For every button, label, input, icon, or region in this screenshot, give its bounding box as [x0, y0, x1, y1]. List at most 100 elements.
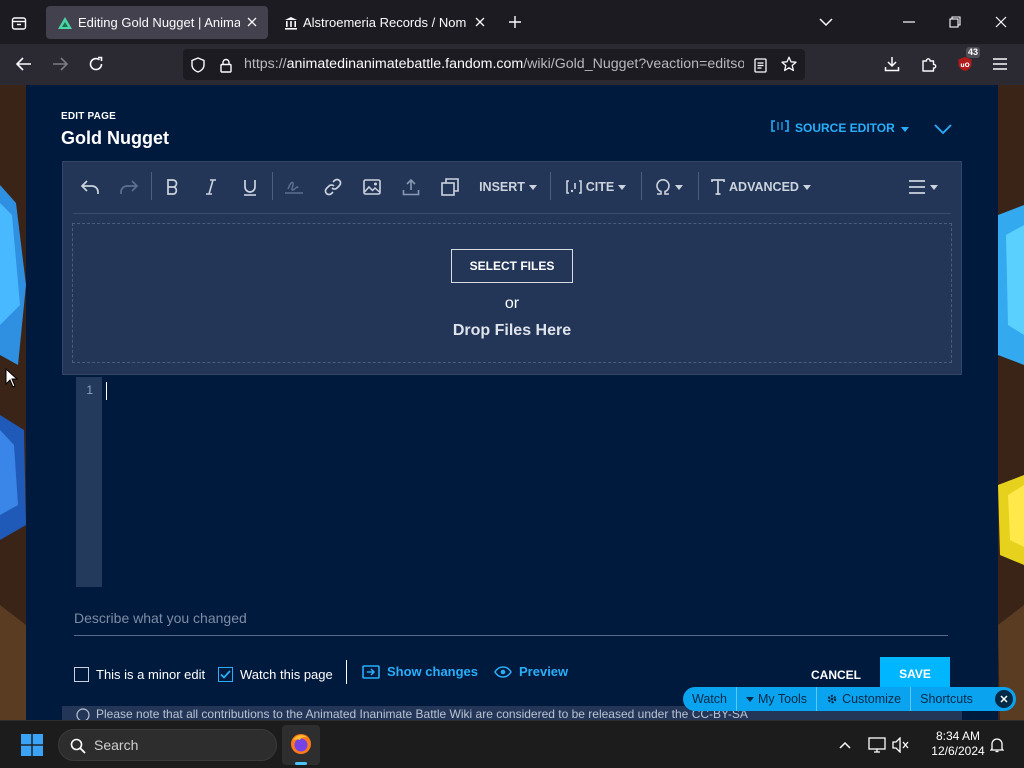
list-all-tabs-chevron-icon[interactable]	[815, 11, 837, 33]
firefox-taskbar-button[interactable]	[282, 725, 320, 765]
minor-edit-checkbox[interactable]	[74, 667, 89, 682]
menu-lines-icon	[909, 180, 925, 194]
show-changes-label: Show changes	[387, 664, 479, 679]
downloads-icon[interactable]	[881, 53, 903, 75]
edit-summary-placeholder: Describe what you changed	[74, 610, 247, 626]
padlock-icon[interactable]	[217, 56, 235, 74]
restore-icon[interactable]	[944, 11, 966, 33]
customize-label: Customize	[842, 692, 902, 706]
back-arrow-icon[interactable]	[13, 53, 35, 75]
image-icon[interactable]	[359, 162, 385, 212]
toolbar-separator	[550, 172, 551, 200]
tab-alstroemeria-records[interactable]: Alstroemeria Records / Nomico	[274, 6, 496, 39]
signature-icon[interactable]	[281, 162, 307, 212]
license-notice-text: Please note that all contributions to th…	[96, 707, 748, 720]
shortcuts-label: Shortcuts	[920, 692, 973, 706]
collapse-chevron-icon[interactable]	[932, 118, 954, 140]
my-tools-label: My Tools	[757, 692, 808, 706]
reader-view-icon[interactable]	[751, 56, 769, 74]
toolbar-customize-button[interactable]: Customize	[817, 687, 912, 711]
svg-text:uO: uO	[960, 62, 969, 69]
text-cursor	[106, 382, 107, 400]
watch-page-checkbox[interactable]	[218, 667, 233, 682]
source-editor-switch[interactable]: SOURCE EDITOR	[771, 120, 909, 135]
caret-down-icon	[900, 121, 909, 135]
fandom-toolbar: Watch My Tools Customize Shortcuts	[683, 687, 1016, 711]
insert-menu-button[interactable]: INSERT	[476, 162, 540, 212]
edit-summary-input[interactable]: Describe what you changed	[74, 610, 948, 636]
underline-icon[interactable]	[238, 162, 262, 212]
network-monitor-icon[interactable]	[866, 734, 888, 756]
active-app-indicator	[295, 762, 307, 765]
link-icon[interactable]	[320, 162, 346, 212]
toolbar-close-icon[interactable]	[995, 690, 1013, 708]
undo-icon[interactable]	[77, 162, 103, 212]
toolbar-watch-button[interactable]: Watch	[683, 687, 737, 711]
edit-page-label: EDIT PAGE	[61, 111, 116, 122]
windows-taskbar: Search 8:34 AM 12/6/2024	[0, 720, 1024, 768]
tab-title: Editing Gold Nugget | Animated Inanimate…	[78, 15, 240, 30]
forward-arrow-icon[interactable]	[49, 53, 71, 75]
notification-bell-icon[interactable]	[986, 734, 1008, 756]
ublock-extension-icon[interactable]: uO 43	[954, 47, 980, 75]
redo-icon[interactable]	[116, 162, 142, 212]
new-tab-plus-icon[interactable]	[504, 11, 526, 33]
tab-close-icon[interactable]	[472, 14, 488, 30]
tracking-protection-shield-icon[interactable]	[189, 56, 207, 74]
source-text-area[interactable]	[102, 377, 962, 587]
firefox-view-icon[interactable]	[8, 12, 30, 34]
upload-icon[interactable]	[398, 162, 424, 212]
more-menu-button[interactable]	[905, 162, 941, 212]
address-bar[interactable]: https://animatedinanimatebattle.fandom.c…	[183, 49, 805, 80]
toolbar-separator	[641, 172, 642, 200]
minor-edit-label: This is a minor edit	[96, 667, 206, 682]
cite-menu-button[interactable]: CITE	[561, 162, 631, 212]
special-characters-button[interactable]	[651, 162, 687, 212]
diff-icon	[362, 664, 380, 679]
save-button[interactable]: SAVE	[880, 657, 950, 691]
gallery-icon[interactable]	[437, 162, 463, 212]
caret-down-icon	[528, 184, 537, 190]
extensions-puzzle-icon[interactable]	[918, 53, 940, 75]
toolbar-my-tools-button[interactable]: My Tools	[737, 687, 818, 711]
checkmark-icon	[220, 670, 231, 679]
copyright-icon	[76, 708, 90, 720]
minimize-icon[interactable]	[898, 11, 920, 33]
speaker-muted-icon[interactable]	[890, 734, 912, 756]
reload-icon[interactable]	[85, 53, 107, 75]
tab-title: Alstroemeria Records / Nomico	[303, 15, 467, 30]
vertical-divider	[346, 660, 347, 684]
caret-down-icon	[930, 184, 938, 190]
cancel-button[interactable]: CANCEL	[811, 668, 861, 682]
tab-close-icon[interactable]	[244, 14, 260, 30]
bold-icon[interactable]	[160, 162, 184, 212]
taskbar-search-box[interactable]: Search	[58, 729, 277, 761]
browser-tab-bar: Editing Gold Nugget | Animated Inanimate…	[0, 0, 1024, 44]
page-viewport: EDIT PAGE Gold Nugget SOURCE EDITOR INSE…	[0, 85, 1024, 720]
show-hidden-icons-chevron-icon[interactable]	[834, 734, 856, 756]
url-prefix: https://	[244, 56, 287, 72]
advanced-menu-button[interactable]: ADVANCED	[709, 162, 813, 212]
search-placeholder: Search	[94, 737, 139, 753]
tab-editing-gold-nugget[interactable]: Editing Gold Nugget | Animated Inanimate…	[46, 6, 268, 39]
source-editor-label: SOURCE EDITOR	[795, 120, 895, 135]
toolbar-shortcuts-button[interactable]: Shortcuts	[911, 687, 982, 711]
select-files-button[interactable]: SELECT FILES	[451, 249, 573, 283]
line-number-gutter: 1	[76, 377, 102, 587]
omega-icon	[656, 179, 670, 195]
cite-label: CITE	[585, 180, 615, 194]
file-drop-zone[interactable]	[72, 223, 952, 363]
toolbar-divider	[73, 213, 951, 214]
toolbar-separator	[151, 172, 152, 200]
gear-icon	[827, 694, 837, 704]
close-window-icon[interactable]	[990, 11, 1012, 33]
editor-toolbar-area: INSERT CITE ADVANCED SELECT FILES or Dro…	[62, 161, 962, 375]
windows-start-icon[interactable]	[20, 733, 44, 757]
caret-down-icon	[745, 696, 754, 702]
browser-nav-bar: https://animatedinanimatebattle.fandom.c…	[0, 44, 1024, 85]
preview-button[interactable]: Preview	[494, 664, 568, 679]
show-changes-button[interactable]: Show changes	[362, 664, 478, 679]
hamburger-menu-icon[interactable]	[989, 53, 1011, 75]
italic-icon[interactable]	[199, 162, 223, 212]
bookmark-star-icon[interactable]	[780, 55, 798, 73]
